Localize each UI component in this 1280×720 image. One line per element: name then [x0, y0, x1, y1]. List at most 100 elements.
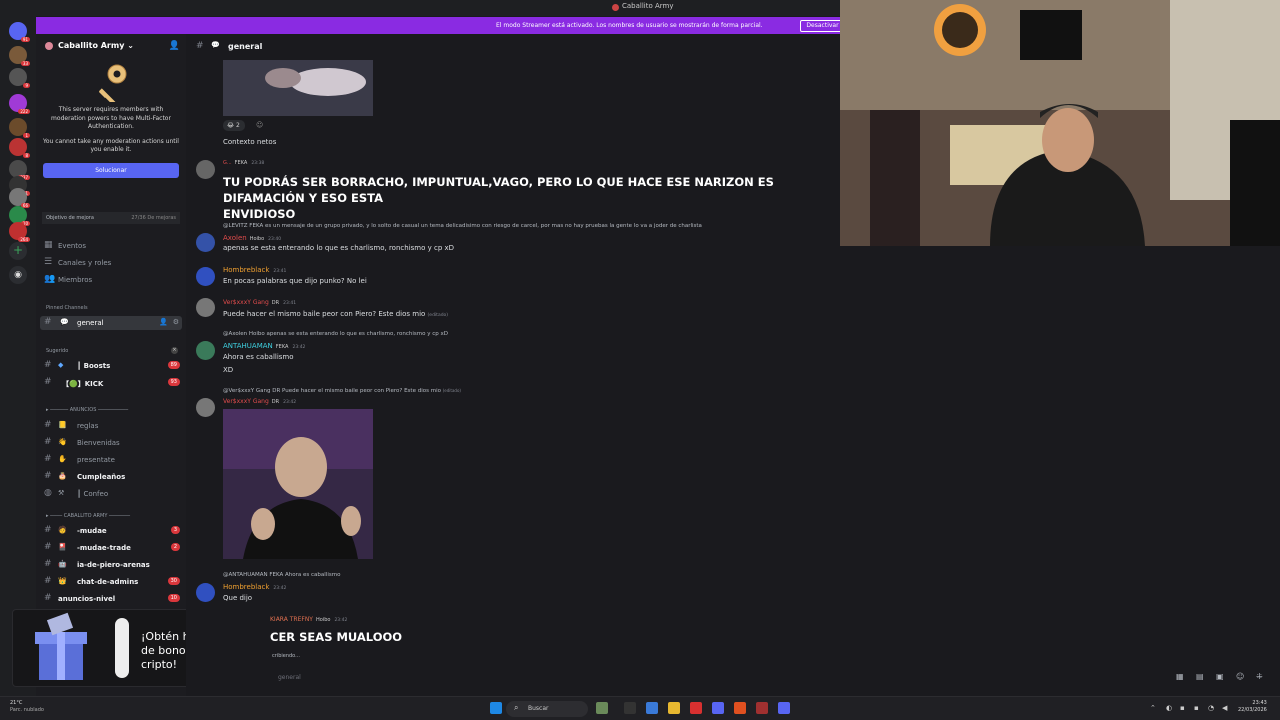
reply-preview[interactable]: @Ver$xxxY Gang DR Puede hacer el mismo b… — [223, 388, 461, 394]
avatar[interactable] — [196, 160, 215, 179]
hash-icon: # — [196, 41, 204, 51]
reply-preview[interactable]: @ANTAHUAMAN FEKA Ahora es caballismo — [223, 572, 340, 578]
category-anuncios[interactable]: ▸ ────── ANUNCIOS ────────── — [46, 407, 128, 413]
avatar[interactable] — [196, 583, 215, 602]
message-author[interactable]: ANTAHUAMAN FEKA 23:42 — [223, 342, 305, 350]
message-input-bar[interactable]: general ▦ ▤ ▣ ☺ ⁜ — [268, 668, 1280, 688]
gear-icon[interactable]: ⚙ — [173, 318, 179, 326]
message-image[interactable] — [223, 409, 373, 559]
sticker-icon[interactable]: ▣ — [1216, 672, 1224, 681]
solve-mfa-button[interactable]: Solucionar — [43, 162, 179, 178]
message-image[interactable] — [223, 60, 373, 116]
cake-icon: 🎂 — [58, 472, 67, 480]
message-author[interactable]: Axolen Hoibo 23:40 — [223, 234, 281, 242]
server-icon[interactable]: 33 — [9, 46, 30, 66]
message-author[interactable]: G... FEKA 23:38 — [223, 160, 264, 166]
server-icon[interactable]: 264 — [9, 222, 30, 242]
reaction-pill[interactable]: 😂 2 — [223, 120, 245, 131]
chevron-up-icon[interactable]: ⌃ — [1150, 704, 1156, 712]
message-author[interactable]: Ver$xxxY Gang DR 23:42 — [223, 398, 296, 405]
tray-icon[interactable]: ▪ — [1194, 704, 1199, 712]
server-icon[interactable]: 1 — [9, 118, 30, 138]
start-icon[interactable] — [490, 702, 502, 714]
avatar[interactable] — [196, 233, 215, 252]
gif-icon[interactable]: ▤ — [1196, 672, 1204, 681]
server-icon[interactable]: 66 — [9, 188, 30, 208]
taskbar-search[interactable]: ⌕ Buscar — [506, 701, 588, 717]
task-view-icon[interactable] — [624, 702, 636, 714]
message-author[interactable]: KIARA TREFNY Hoibo 23:42 — [270, 616, 347, 623]
folder-icon[interactable] — [668, 702, 680, 714]
invite-people-icon[interactable]: 👤 — [169, 41, 180, 51]
members-icon: 👥 — [44, 274, 56, 284]
message-author[interactable]: Hombreblack 23:41 — [223, 266, 286, 274]
channel-chat-de-admins[interactable]: # 👑 chat-de-admins 30 — [36, 575, 186, 589]
avatar[interactable] — [196, 267, 215, 286]
volume-icon[interactable]: ◀ — [1222, 704, 1227, 712]
server-icon[interactable]: 8 — [9, 138, 30, 158]
channel-presentate[interactable]: # ✋ presentate — [36, 453, 186, 467]
message-author[interactable]: Hombreblack 23:42 — [223, 583, 286, 591]
message-author[interactable]: Ver$xxxY Gang DR 23:41 — [223, 299, 296, 306]
sidebar-item-channels-roles[interactable]: ☰ Canales y roles — [36, 256, 186, 270]
server-avatar-icon — [45, 42, 53, 50]
brave-icon[interactable] — [734, 702, 746, 714]
server-list: 91 33 9 222 1 8 337 1 66 10 264 + ◉ — [0, 16, 36, 696]
widgets-icon[interactable] — [596, 702, 608, 714]
channel-header: # 💬 general — [186, 34, 840, 58]
explore-icon[interactable]: ◉ — [9, 266, 27, 284]
server-icon[interactable]: 9 — [9, 68, 30, 88]
boost-goal-bar[interactable]: Objetivo de mejora 27/36 De mejoras — [42, 212, 180, 224]
message-input[interactable]: general — [278, 674, 301, 681]
crown-icon: 👑 — [58, 577, 67, 585]
server-header[interactable]: Caballito Army ⌄ 👤 — [36, 34, 186, 58]
add-server-icon[interactable]: + — [9, 242, 27, 260]
gift-icon[interactable]: ▦ — [1176, 672, 1184, 681]
avatar[interactable] — [196, 298, 215, 317]
channel-mudae-trade[interactable]: # 🎴 -mudae-trade 2 — [36, 541, 186, 555]
avatar[interactable] — [196, 398, 215, 417]
invite-icon[interactable]: 👤 — [159, 318, 168, 326]
webcam-feed — [840, 0, 1280, 246]
avatar[interactable] — [196, 341, 215, 360]
message-text: En pocas palabras que dijo punko? No lei — [223, 277, 367, 285]
hash-icon: # — [44, 317, 52, 327]
close-icon[interactable]: × — [171, 347, 178, 354]
wifi-icon[interactable]: ◔ — [1208, 704, 1214, 712]
mfa-notice: This server requires members with modera… — [51, 106, 171, 130]
channel-anuncios-nivel[interactable]: # anuncios-nivel 10 — [36, 592, 186, 606]
app-icon[interactable] — [756, 702, 768, 714]
reply-preview[interactable]: @Axolen Hoibo apenas se esta enterando l… — [223, 331, 448, 337]
weather-widget[interactable]: 21°C Parc. nublado — [10, 700, 44, 714]
channel-general[interactable]: # 💬 general 👤 ⚙ — [40, 316, 182, 330]
apps-icon[interactable]: ⁜ — [1256, 672, 1263, 681]
server-icon[interactable]: 222 — [9, 94, 30, 114]
search-icon: ⌕ — [514, 703, 519, 712]
discord-icon[interactable] — [712, 702, 724, 714]
channel-kick[interactable]: # 【🟢】KICK 93 — [36, 376, 186, 390]
channel-boosts[interactable]: # ◆ ┃ Boosts 89 — [36, 359, 186, 373]
padlock-token-icon — [115, 618, 129, 678]
app-icon[interactable] — [690, 702, 702, 714]
book-icon: 📒 — [58, 421, 67, 429]
direct-messages-icon[interactable]: 91 — [9, 22, 30, 42]
deactivate-streamer-button[interactable]: Desactivar — [800, 20, 845, 32]
channel-bienvenidas[interactable]: # 👋 Bienvenidas — [36, 436, 186, 450]
network-icon[interactable]: ◐ — [1166, 704, 1172, 712]
channel-ia-de-piero-arenas[interactable]: # 🤖 ia-de-piero-arenas — [36, 558, 186, 572]
reply-preview[interactable]: @LEVITZ FEKA es un mensaje de un grupo p… — [223, 223, 702, 229]
tray-icon[interactable]: ▪ — [1180, 704, 1185, 712]
category-caballito-army[interactable]: ▸ ──── CABALLITO ARMY ─────── — [46, 513, 130, 519]
channel-reglas[interactable]: # 📒 reglas — [36, 419, 186, 433]
add-reaction-icon[interactable]: ☺ — [256, 121, 263, 129]
system-clock[interactable]: 23:43 22/03/2026 — [1238, 700, 1267, 714]
sidebar-item-members[interactable]: 👥 Miembros — [36, 273, 186, 287]
channel-cumpleanos[interactable]: # 🎂 Cumpleaños — [36, 470, 186, 484]
channel-confeo[interactable]: ◍ ⚒ ┃ Confeo — [36, 487, 186, 501]
channel-mudae[interactable]: # 🧑 -mudae 3 — [36, 524, 186, 538]
browser-icon[interactable] — [646, 702, 658, 714]
message-text: apenas se esta enterando lo que es charl… — [223, 244, 455, 252]
sidebar-item-events[interactable]: ▦ Eventos — [36, 239, 186, 253]
discord-active-icon[interactable] — [778, 702, 790, 714]
emoji-icon[interactable]: ☺ — [1236, 672, 1244, 681]
